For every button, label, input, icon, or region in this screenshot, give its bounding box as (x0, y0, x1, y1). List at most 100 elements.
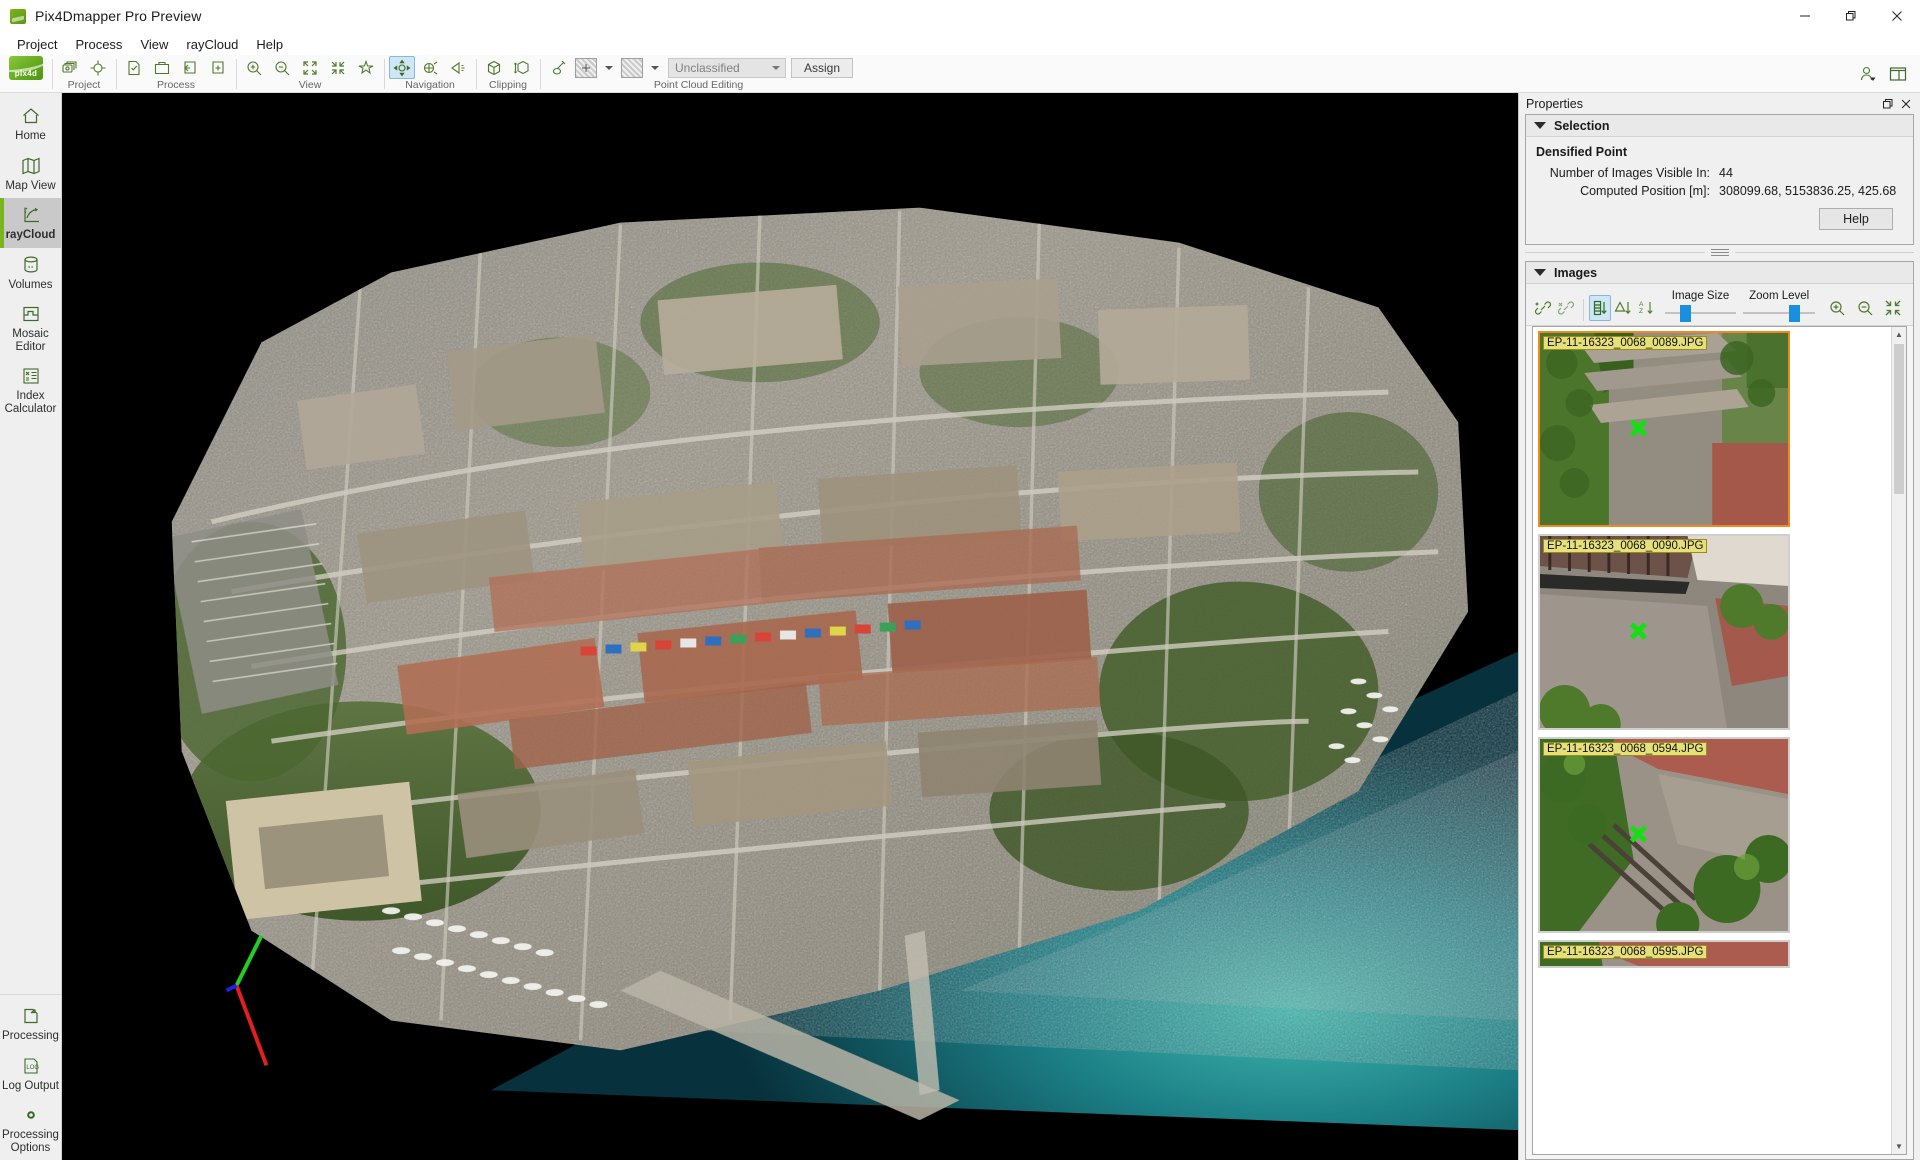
sidebar-item-label-processing-options: Processing Options (1, 1129, 60, 1154)
gcp-manager-icon[interactable] (85, 56, 111, 79)
list-item[interactable]: EP-11-16323_0068_0594.JPG (1538, 737, 1790, 933)
images-section-header[interactable]: Images (1526, 262, 1913, 284)
brand-logo-text: pix4d (15, 69, 37, 78)
window-title: Pix4Dmapper Pro Preview (35, 8, 201, 24)
images-list-scrollbar[interactable]: ▲ ▼ (1891, 327, 1906, 1154)
list-item[interactable]: EP-11-16323_0068_0090.JPG (1538, 534, 1790, 730)
clipping-box-icon[interactable] (481, 56, 507, 79)
scroll-down-icon[interactable]: ▼ (1892, 1139, 1906, 1154)
svg-text:A: A (1639, 301, 1644, 308)
toolbar-group-process: Process (116, 55, 236, 92)
sidebar-item-processing[interactable]: Processing (0, 999, 61, 1049)
selection-add-chevron-down-icon[interactable] (605, 66, 613, 70)
raycloud-icon (20, 203, 42, 227)
selection-shape-chevron-down-icon[interactable] (651, 66, 659, 70)
images-section: Images (1525, 261, 1914, 1160)
log-output-icon: LOG (20, 1054, 42, 1078)
camera-view-icon[interactable] (353, 56, 379, 79)
zoom-level-slider-thumb[interactable] (1789, 305, 1800, 322)
link-add-icon[interactable] (1532, 295, 1554, 321)
layout-panels-icon[interactable] (1885, 62, 1911, 85)
sort-by-angle-icon[interactable] (1612, 295, 1634, 321)
rematch-icon[interactable] (205, 56, 231, 79)
fly-navigation-icon[interactable] (445, 56, 471, 79)
densified-point-subtitle: Densified Point (1536, 145, 1903, 159)
zoom-in-icon[interactable] (241, 56, 267, 79)
zoom-level-label: Zoom Level (1743, 290, 1815, 302)
sort-by-size-icon[interactable] (1589, 295, 1611, 321)
processing-options-icon[interactable] (121, 56, 147, 79)
raycloud-3d-viewport[interactable] (62, 93, 1518, 1160)
image-size-slider-group: Image Size (1665, 290, 1737, 321)
list-item[interactable]: EP-11-16323_0068_0595.JPG (1538, 940, 1790, 968)
sidebar-item-label-raycloud: rayCloud (6, 229, 56, 242)
classification-select[interactable]: Unclassified (668, 58, 786, 78)
trackball-navigation-icon[interactable] (417, 56, 443, 79)
zoom-level-slider[interactable] (1743, 305, 1815, 321)
thumbnail-label: EP-11-16323_0068_0090.JPG (1543, 539, 1707, 553)
zoom-to-selection-icon[interactable] (325, 56, 351, 79)
zoom-reset-icon[interactable] (1879, 295, 1906, 321)
sidebar-item-home[interactable]: Home (0, 99, 61, 149)
link-remove-icon[interactable] (1555, 295, 1577, 321)
toolbar-group-label-navigation: Navigation (384, 80, 476, 92)
selection-shape-icon[interactable] (619, 56, 645, 79)
orbit-navigation-icon[interactable] (389, 56, 415, 79)
new-project-icon[interactable] (57, 56, 83, 79)
sidebar-item-raycloud[interactable]: rayCloud (0, 198, 61, 248)
clipping-box-height-icon[interactable] (509, 56, 535, 79)
sidebar-item-map-view[interactable]: Map View (0, 149, 61, 199)
zoom-out-icon[interactable] (1851, 295, 1878, 321)
undock-icon[interactable] (1879, 95, 1897, 113)
scroll-up-icon[interactable]: ▲ (1892, 327, 1906, 342)
sidebar-item-mosaic-editor[interactable]: Mosaic Editor (0, 297, 61, 359)
sidebar-item-processing-options[interactable]: Processing Options (0, 1098, 61, 1160)
field-value-number-of-images: 44 (1719, 166, 1733, 180)
toolbar-group-navigation: Navigation (384, 55, 476, 92)
properties-panel-title: Properties (1526, 97, 1583, 111)
volumes-icon (20, 253, 42, 277)
menu-view[interactable]: View (131, 35, 177, 54)
menu-process[interactable]: Process (66, 35, 131, 54)
point-picker-icon[interactable] (545, 56, 571, 79)
image-size-slider[interactable] (1665, 305, 1737, 321)
images-thumbnail-list[interactable]: EP-11-16323_0068_0089.JPG (1532, 326, 1907, 1155)
minimize-button[interactable] (1782, 0, 1828, 33)
menu-help[interactable]: Help (247, 35, 292, 54)
image-size-slider-thumb[interactable] (1680, 305, 1691, 322)
classification-select-value: Unclassified (675, 61, 740, 75)
scrollbar-thumb[interactable] (1894, 344, 1904, 494)
map-view-icon (20, 154, 42, 178)
sidebar-item-log-output[interactable]: LOG Log Output (0, 1049, 61, 1099)
thumbnail-label: EP-11-16323_0068_0594.JPG (1543, 742, 1707, 756)
sidebar-item-index-calculator[interactable]: Index Calculator (0, 359, 61, 421)
fit-to-screen-icon[interactable] (297, 56, 323, 79)
close-icon[interactable] (1897, 95, 1915, 113)
maximize-button[interactable] (1828, 0, 1874, 33)
selection-add-icon[interactable] (573, 56, 599, 79)
zoom-in-icon[interactable] (1823, 295, 1850, 321)
sort-alphabetical-icon[interactable]: A Z (1635, 295, 1657, 321)
toolbar-group-clipping: Clipping (476, 55, 540, 92)
user-account-icon[interactable] (1855, 62, 1881, 85)
thumbnail-image (1540, 333, 1788, 525)
toolbar-group-logo: pix4d (0, 55, 52, 92)
title-bar: Pix4Dmapper Pro Preview (0, 0, 1920, 33)
toolbar-group-label-clipping: Clipping (476, 80, 540, 92)
field-label-computed-position: Computed Position [m]: (1536, 184, 1719, 198)
sidebar-item-volumes[interactable]: Volumes (0, 248, 61, 298)
classification-chevron-down-icon (772, 66, 780, 70)
open-folder-icon[interactable] (149, 56, 175, 79)
selection-section-header[interactable]: Selection (1526, 115, 1913, 137)
menu-raycloud[interactable]: rayCloud (177, 35, 247, 54)
menu-bar: Project Process View rayCloud Help (0, 33, 1920, 55)
assign-button[interactable]: Assign (791, 58, 853, 78)
menu-project[interactable]: Project (8, 35, 66, 54)
close-button[interactable] (1874, 0, 1920, 33)
toolbar-group-project: Project (52, 55, 116, 92)
reoptimize-icon[interactable] (177, 56, 203, 79)
panel-splitter[interactable] (1525, 246, 1914, 259)
help-button[interactable]: Help (1819, 208, 1893, 230)
zoom-out-icon[interactable] (269, 56, 295, 79)
list-item[interactable]: EP-11-16323_0068_0089.JPG (1538, 331, 1790, 527)
